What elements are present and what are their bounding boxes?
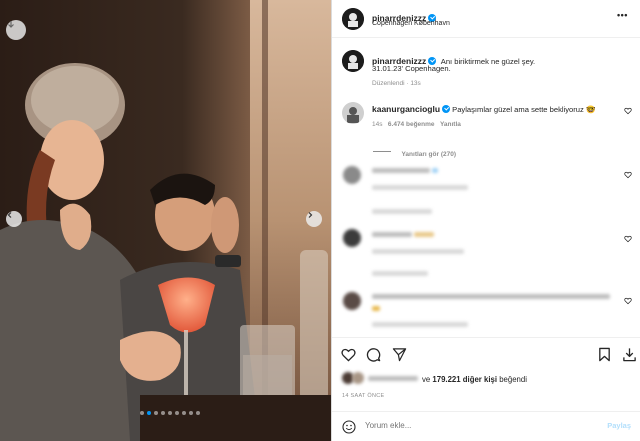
blurred-text <box>372 209 432 214</box>
blurred-text <box>414 232 434 237</box>
comment-avatar[interactable] <box>342 102 364 124</box>
blurred-avatar <box>343 166 361 184</box>
heart-icon[interactable] <box>624 171 632 179</box>
blurred-liker-name <box>368 376 418 381</box>
reply-button[interactable]: Yanıtla <box>440 121 461 128</box>
heart-icon[interactable] <box>624 297 632 305</box>
heart-icon[interactable] <box>624 107 632 115</box>
likes-verb: beğendi <box>499 375 527 384</box>
carousel-dot-active <box>147 411 151 415</box>
comment-bar: Paylaş <box>332 411 640 441</box>
comment-meta: 14s 6.474 beğenme Yanıtla <box>372 121 461 128</box>
caption-text: Anı biriktirmek ne güzel şey. <box>440 57 536 66</box>
comment-input[interactable] <box>365 421 565 430</box>
heart-icon[interactable] <box>624 235 632 243</box>
post-header: pinarrdenizzz Copenhagen København ••• <box>332 0 640 38</box>
comment-icon[interactable] <box>366 347 381 362</box>
caption-meta: Düzenlendi · 13s <box>372 80 421 87</box>
caption-avatar[interactable] <box>342 50 364 72</box>
carousel-dot <box>196 411 200 415</box>
carousel-dot <box>140 411 144 415</box>
comment-likes[interactable]: 6.474 beğenme <box>388 121 435 128</box>
post-location[interactable]: Copenhagen København <box>372 20 450 27</box>
author-avatar[interactable] <box>342 8 364 30</box>
blurred-text <box>372 294 610 299</box>
more-icon[interactable]: ••• <box>617 10 628 20</box>
photo-image <box>0 0 331 441</box>
blurred-text <box>372 322 468 327</box>
carousel-dots <box>140 411 200 415</box>
comment-text: Paylaşımlar güzel ama sette bekliyoruz <box>452 105 584 114</box>
comment-row: kaanurgancioglu Paylaşımlar güzel ama se… <box>372 104 595 114</box>
blurred-avatar <box>343 229 361 247</box>
blurred-avatar <box>343 292 361 310</box>
download-button[interactable] <box>6 20 26 40</box>
download-icon[interactable] <box>622 347 637 362</box>
post-photo[interactable] <box>0 0 331 441</box>
carousel-dot <box>168 411 172 415</box>
chevron-right-icon <box>308 212 313 218</box>
caption-text-line2: 31.01.23' Copenhagen. <box>372 64 451 73</box>
blurred-text <box>372 232 412 237</box>
blurred-text <box>372 249 464 254</box>
carousel-dot <box>189 411 193 415</box>
view-replies[interactable]: Yanıtları gör (270) <box>373 143 456 161</box>
share-icon[interactable] <box>392 347 407 362</box>
view-replies-label[interactable]: Yanıtları gör (270) <box>401 151 456 158</box>
verified-icon <box>442 105 451 113</box>
bookmark-icon[interactable] <box>598 347 611 362</box>
likes-count[interactable]: 179.221 diğer kişi <box>432 375 497 384</box>
comment-emoji: 🤓 <box>585 105 596 114</box>
liker-avatar <box>352 372 364 384</box>
carousel-dot <box>182 411 186 415</box>
blurred-text <box>372 306 380 311</box>
likes-summary: ve 179.221 diğer kişi beğendi <box>422 375 527 384</box>
chevron-left-icon <box>7 212 12 218</box>
carousel-dot <box>175 411 179 415</box>
next-photo-button[interactable] <box>306 211 322 227</box>
share-comment-button[interactable]: Paylaş <box>607 421 631 430</box>
comment-time: 14s <box>372 121 383 128</box>
blurred-text <box>372 271 428 276</box>
edited-label: Düzenlendi <box>372 80 405 87</box>
blurred-text <box>372 185 468 190</box>
edited-time: 13s <box>410 80 421 87</box>
blurred-text <box>432 168 438 173</box>
blurred-text <box>372 168 430 173</box>
post-timestamp: 14 SAAT ÖNCE <box>342 393 385 399</box>
carousel-dot <box>161 411 165 415</box>
download-icon <box>8 21 14 28</box>
previous-photo-button[interactable] <box>6 211 22 227</box>
post-panel: pinarrdenizzz Copenhagen København ••• p… <box>331 0 640 441</box>
heart-icon[interactable] <box>341 348 356 362</box>
emoji-icon[interactable] <box>342 420 356 434</box>
carousel-dot <box>154 411 158 415</box>
comment-username[interactable]: kaanurgancioglu <box>372 104 440 114</box>
likes-prefix: ve <box>422 375 431 384</box>
